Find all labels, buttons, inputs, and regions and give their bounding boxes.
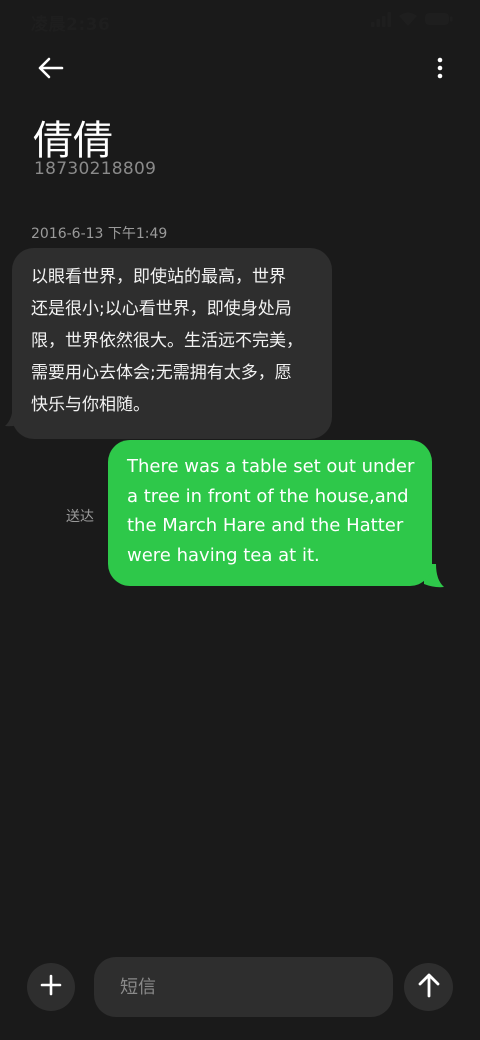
message-input[interactable] [118,975,372,999]
arrow-up-icon [417,972,441,1002]
delivery-status: 送达 [66,509,94,525]
incoming-message-line: 以眼看世界，即使站的最高，世界 [31,267,286,287]
more-options-button[interactable] [428,50,452,90]
outgoing-message-line: There was a table set out under [127,456,415,477]
plus-icon [40,974,62,1000]
contact-number: 18730218809 [34,159,157,179]
wifi-icon [398,11,418,31]
incoming-message-line: 需要用心去体会;无需拥有太多，愿 [31,363,292,383]
composer-bar [0,950,480,1030]
status-time: 凌晨2:36 [31,15,111,35]
back-button[interactable] [26,50,74,90]
outgoing-message-line: the March Hare and the Hatter [127,515,404,536]
status-bar: 凌晨2:36 [0,0,480,40]
status-icons [370,11,454,31]
message-input-box[interactable] [94,957,393,1017]
send-button[interactable] [404,963,453,1011]
arrow-left-icon [36,56,64,84]
battery-icon [424,11,454,31]
incoming-message-line: 限，世界依然很大。生活远不完美， [31,331,303,351]
incoming-message-line: 还是很小;以心看世界，即使身处局 [31,299,292,319]
outgoing-message-line: were having tea at it. [127,544,320,566]
add-attachment-button[interactable] [27,963,75,1011]
outgoing-message-bubble[interactable]: There was a table set out under a tree i… [108,440,432,586]
incoming-message-bubble[interactable]: 以眼看世界，即使站的最高，世界 还是很小;以心看世界，即使身处局 限，世界依然很… [12,248,332,439]
signal-icon [370,11,392,31]
outgoing-message-line: a tree in front of the house,and [127,485,409,507]
message-timestamp: 2016-6-13 下午1:49 [31,226,168,242]
more-vertical-icon [437,57,443,83]
incoming-message-line: 快乐与你相随。 [31,395,150,415]
header [0,40,480,100]
contact-name: 倩倩 [33,118,113,164]
